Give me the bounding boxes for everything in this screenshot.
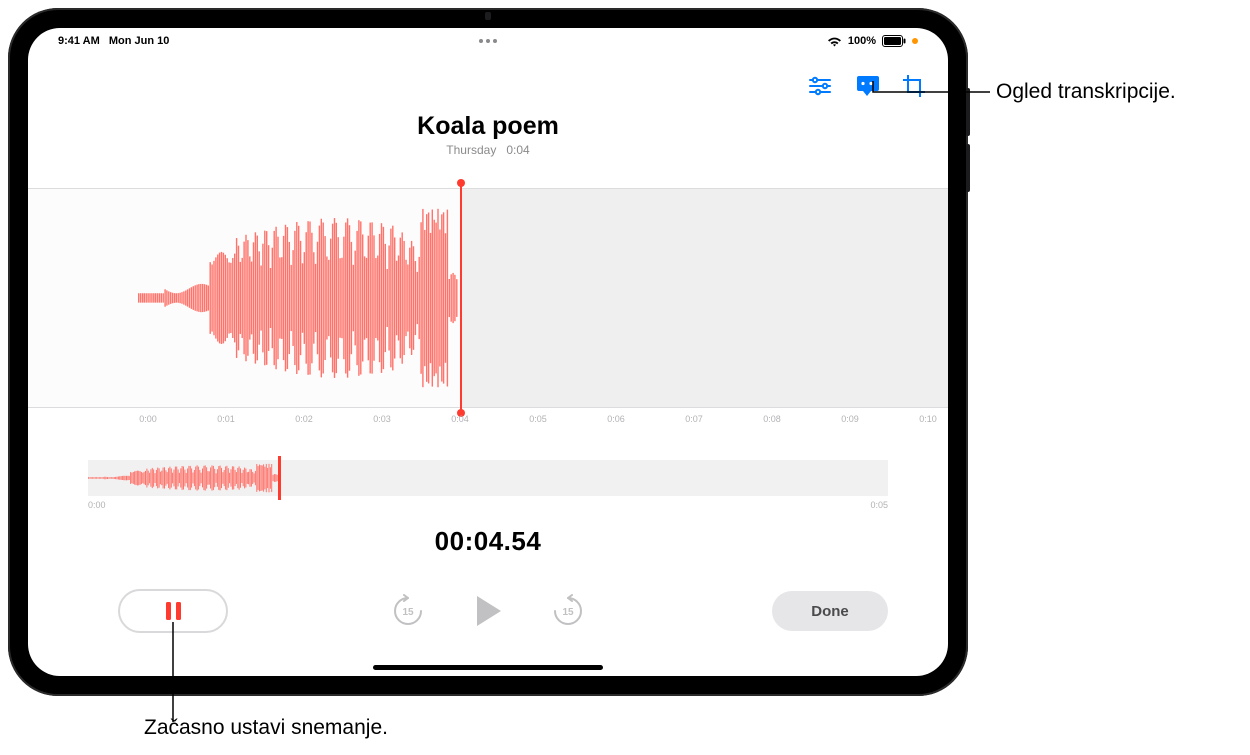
- tick-8: 0:08: [763, 414, 781, 424]
- recording-title[interactable]: Koala poem: [28, 112, 948, 141]
- tick-6: 0:06: [607, 414, 625, 424]
- recording-subtitle: Thursday 0:04: [28, 143, 948, 157]
- status-left: 9:41 AM Mon Jun 10: [58, 35, 175, 47]
- ipad-screen: 9:41 AM Mon Jun 10 100%: [28, 28, 948, 676]
- tick-1: 0:01: [217, 414, 235, 424]
- play-icon[interactable]: [473, 594, 503, 628]
- overview-start: 0:00: [88, 500, 106, 510]
- pause-icon: [166, 602, 171, 620]
- battery-percent: 100%: [848, 35, 876, 47]
- waveform-empty-region: [460, 189, 948, 407]
- pause-button[interactable]: [118, 589, 228, 633]
- callout-pause: Začasno ustavi snemanje.: [144, 716, 388, 740]
- tick-10: 0:10: [919, 414, 937, 424]
- skip-forward-15-icon[interactable]: 15: [551, 594, 585, 628]
- wifi-icon: [827, 36, 842, 47]
- ipad-device-frame: 9:41 AM Mon Jun 10 100%: [8, 8, 968, 696]
- waveform-overview[interactable]: [88, 460, 888, 496]
- tick-2: 0:02: [295, 414, 313, 424]
- battery-icon: [882, 35, 906, 47]
- overview-end: 0:05: [870, 500, 888, 510]
- waveform-svg: [28, 189, 468, 407]
- status-date: Mon Jun 10: [109, 35, 170, 47]
- home-indicator[interactable]: [373, 665, 603, 670]
- transcription-icon[interactable]: [854, 74, 880, 98]
- done-button[interactable]: Done: [772, 591, 888, 631]
- skip-back-15-icon[interactable]: 15: [391, 594, 425, 628]
- status-time: 9:41 AM: [58, 35, 100, 47]
- center-transport: 15 15: [391, 594, 585, 628]
- callout-transcription: Ogled transkripcije.: [996, 80, 1176, 104]
- playhead-main[interactable]: [460, 183, 462, 413]
- multitask-dots[interactable]: [479, 39, 497, 43]
- status-bar: 9:41 AM Mon Jun 10 100%: [28, 28, 948, 54]
- recording-header: Koala poem Thursday 0:04: [28, 112, 948, 157]
- overview-time-labels: 0:00 0:05: [88, 500, 888, 510]
- tick-9: 0:09: [841, 414, 859, 424]
- playhead-overview[interactable]: [278, 456, 281, 500]
- tick-5: 0:05: [529, 414, 547, 424]
- waveform-main[interactable]: [28, 188, 948, 408]
- transport-controls: 15 15 Done: [28, 581, 948, 641]
- time-ruler: 0:00 0:01 0:02 0:03 0:04 0:05 0:06 0:07 …: [28, 414, 948, 436]
- svg-text:15: 15: [562, 607, 574, 618]
- trim-icon[interactable]: [902, 74, 926, 98]
- volume-down-btn: [966, 144, 970, 192]
- volume-up-btn: [966, 88, 970, 136]
- elapsed-timer: 00:04.54: [28, 526, 948, 557]
- tick-7: 0:07: [685, 414, 703, 424]
- status-right: 100%: [827, 35, 918, 47]
- top-toolbar: [808, 74, 926, 98]
- waveform-overview-svg: [88, 460, 288, 496]
- playback-settings-icon[interactable]: [808, 76, 832, 96]
- svg-text:15: 15: [402, 607, 414, 618]
- tick-0: 0:00: [139, 414, 157, 424]
- tick-3: 0:03: [373, 414, 391, 424]
- front-camera: [485, 12, 491, 20]
- recording-indicator-dot: [912, 38, 918, 44]
- pause-icon: [176, 602, 181, 620]
